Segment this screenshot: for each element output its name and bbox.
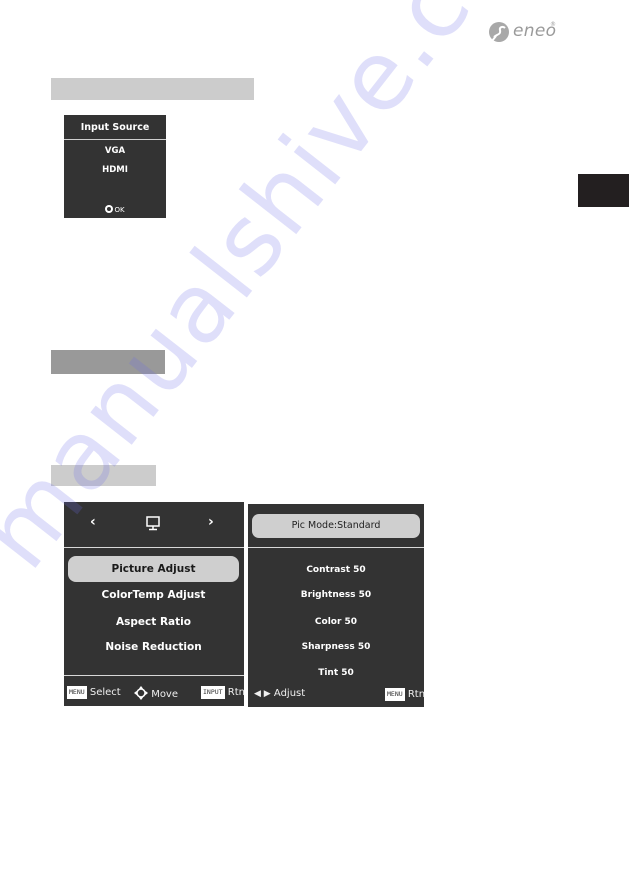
menu-footer: MENU Select Move INPUT Rtn xyxy=(64,680,245,706)
input-option-vga[interactable]: VGA xyxy=(64,146,166,156)
adjust-label: Adjust xyxy=(273,688,306,699)
setting-contrast[interactable]: Contrast 50 xyxy=(248,565,424,575)
return-hint: MENU Rtn xyxy=(385,688,425,701)
divider xyxy=(64,139,166,140)
select-label: Select xyxy=(89,687,121,698)
setting-brightness[interactable]: Brightness 50 xyxy=(248,590,424,600)
section-header-2 xyxy=(51,350,165,374)
monitor-icon xyxy=(146,516,160,531)
input-key-icon: INPUT xyxy=(201,686,225,699)
prev-category-arrow-icon[interactable]: ‹ xyxy=(90,514,96,530)
menu-key-icon: MENU xyxy=(67,686,87,699)
divider xyxy=(64,547,244,548)
menu-item-aspect-ratio[interactable]: Aspect Ratio xyxy=(68,609,239,635)
divider xyxy=(64,675,244,676)
main-osd-menu: ‹ › Picture Adjust ColorTemp Adjust Aspe… xyxy=(64,502,245,706)
next-category-arrow-icon[interactable]: › xyxy=(208,514,214,530)
left-right-arrow-icon: ◀ ▶ xyxy=(254,689,271,699)
menu-item-picture-adjust[interactable]: Picture Adjust xyxy=(68,556,239,582)
move-label: Move xyxy=(151,689,179,700)
eneo-globe-logo-icon xyxy=(489,22,509,42)
adjust-footer: ◀ ▶ Adjust MENU Rtn xyxy=(248,686,425,704)
picture-adjust-osd: Pic Mode:Standard Contrast 50 Brightness… xyxy=(248,504,425,707)
four-way-arrow-icon xyxy=(134,686,148,700)
eneo-logo: eneo ® xyxy=(488,19,560,47)
section-header-input-source xyxy=(51,78,254,100)
menu-key-icon: MENU xyxy=(385,688,405,701)
menu-item-noise-reduction[interactable]: Noise Reduction xyxy=(68,634,239,660)
select-hint: MENU Select xyxy=(67,686,121,699)
setting-color[interactable]: Color 50 xyxy=(248,617,424,627)
ok-label: OK xyxy=(114,206,125,214)
return-label: Rtn xyxy=(407,689,426,700)
setting-sharpness[interactable]: Sharpness 50 xyxy=(248,642,424,652)
ok-button-icon xyxy=(105,205,114,213)
move-hint: Move xyxy=(134,686,178,700)
category-nav: ‹ › xyxy=(64,502,244,544)
return-label: Rtn xyxy=(227,687,245,698)
divider xyxy=(248,547,424,548)
section-header-3 xyxy=(51,465,156,486)
setting-tint[interactable]: Tint 50 xyxy=(248,668,424,678)
return-hint: INPUT Rtn xyxy=(201,686,245,699)
input-source-title: Input Source xyxy=(80,122,150,133)
input-source-osd: Input Source VGA HDMI OK xyxy=(64,115,166,218)
ok-hint[interactable]: OK xyxy=(64,205,166,214)
chapter-side-tab xyxy=(578,174,629,207)
adjust-hint: ◀ ▶ Adjust xyxy=(254,688,305,699)
menu-item-colortemp-adjust[interactable]: ColorTemp Adjust xyxy=(68,582,239,608)
logo-registered-mark: ® xyxy=(550,21,556,28)
input-option-hdmi[interactable]: HDMI xyxy=(64,165,166,175)
pic-mode-selector[interactable]: Pic Mode:Standard xyxy=(252,514,420,538)
